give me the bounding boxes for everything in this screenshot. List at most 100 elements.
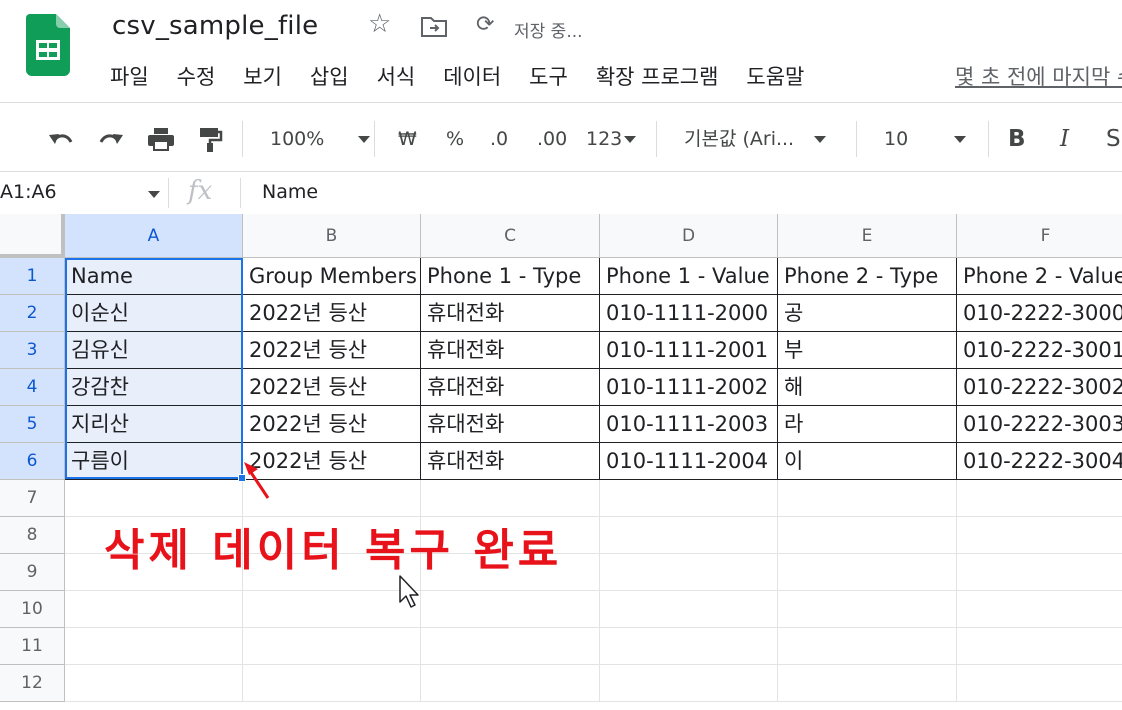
row-header-5[interactable]: 5 [0, 406, 65, 443]
cell-d4[interactable]: 010-1111-2002 [600, 369, 778, 406]
column-header-d[interactable]: D [600, 214, 778, 258]
cell-c6[interactable]: 휴대전화 [421, 443, 600, 480]
cell-f10[interactable] [957, 591, 1122, 628]
cell-e1[interactable]: Phone 2 - Type [778, 258, 957, 295]
cell-c3[interactable]: 휴대전화 [421, 332, 600, 369]
cell-f2[interactable]: 010-2222-3000 [957, 295, 1122, 332]
document-title[interactable]: csv_sample_file [112, 11, 318, 41]
row-header-1[interactable]: 1 [0, 258, 65, 295]
cell-b1[interactable]: Group Members [243, 258, 421, 295]
google-sheets-logo-icon[interactable] [26, 14, 70, 76]
print-icon[interactable] [146, 125, 176, 153]
cell-c2[interactable]: 휴대전화 [421, 295, 600, 332]
decrease-decimal-button[interactable]: .0 [490, 125, 508, 153]
paint-format-icon[interactable] [196, 125, 224, 153]
cell-f7[interactable] [957, 480, 1122, 517]
menu-data[interactable]: 데이터 [443, 60, 501, 94]
cell-a4[interactable]: 강감찬 [65, 369, 243, 406]
cell-c5[interactable]: 휴대전화 [421, 406, 600, 443]
select-all-corner[interactable] [0, 214, 65, 258]
redo-icon[interactable] [96, 125, 126, 153]
row-header-3[interactable]: 3 [0, 332, 65, 369]
menu-insert[interactable]: 삽입 [310, 60, 349, 94]
cell-a2[interactable]: 이순신 [65, 295, 243, 332]
menu-view[interactable]: 보기 [243, 60, 282, 94]
cell-c7[interactable] [421, 480, 600, 517]
cell-e9[interactable] [778, 554, 957, 591]
column-header-e[interactable]: E [778, 214, 957, 258]
cell-f5[interactable]: 010-2222-3003 [957, 406, 1122, 443]
cell-d11[interactable] [600, 628, 778, 665]
row-header-11[interactable]: 11 [0, 628, 65, 665]
cell-f6[interactable]: 010-2222-3004 [957, 443, 1122, 480]
formula-input[interactable]: Name [262, 181, 318, 203]
row-header-6[interactable]: 6 [0, 443, 65, 480]
cell-d6[interactable]: 010-1111-2004 [600, 443, 778, 480]
cell-b11[interactable] [243, 628, 421, 665]
cell-d2[interactable]: 010-1111-2000 [600, 295, 778, 332]
cell-c1[interactable]: Phone 1 - Type [421, 258, 600, 295]
cell-f12[interactable] [957, 665, 1122, 702]
cell-d1[interactable]: Phone 1 - Value [600, 258, 778, 295]
italic-button[interactable]: I [1060, 125, 1069, 153]
cell-d5[interactable]: 010-1111-2003 [600, 406, 778, 443]
column-header-b[interactable]: B [243, 214, 421, 258]
cell-b5[interactable]: 2022년 등산 [243, 406, 421, 443]
cell-d10[interactable] [600, 591, 778, 628]
more-formats-button[interactable]: 123 [586, 125, 637, 153]
menu-file[interactable]: 파일 [110, 60, 149, 94]
cell-a1[interactable]: Name [65, 258, 243, 295]
percent-format-button[interactable]: % [446, 125, 464, 153]
cell-a6[interactable]: 구름이 [65, 443, 243, 480]
cell-d12[interactable] [600, 665, 778, 702]
cell-e5[interactable]: 라 [778, 406, 957, 443]
currency-format-button[interactable]: ₩ [398, 125, 417, 153]
row-header-10[interactable]: 10 [0, 591, 65, 628]
cell-e6[interactable]: 이 [778, 443, 957, 480]
column-header-c[interactable]: C [421, 214, 600, 258]
cell-b10[interactable] [243, 591, 421, 628]
cell-d7[interactable] [600, 480, 778, 517]
row-header-12[interactable]: 12 [0, 665, 65, 702]
cell-f1[interactable]: Phone 2 - Value [957, 258, 1122, 295]
cell-e7[interactable] [778, 480, 957, 517]
cell-a3[interactable]: 김유신 [65, 332, 243, 369]
increase-decimal-button[interactable]: .00 [537, 125, 567, 153]
cell-a11[interactable] [65, 628, 243, 665]
bold-button[interactable]: B [1008, 125, 1026, 153]
move-to-folder-icon[interactable] [420, 16, 448, 38]
strikethrough-icon[interactable]: S [1106, 125, 1121, 153]
cell-c12[interactable] [421, 665, 600, 702]
cell-f8[interactable] [957, 517, 1122, 554]
row-header-4[interactable]: 4 [0, 369, 65, 406]
cell-b3[interactable]: 2022년 등산 [243, 332, 421, 369]
cell-e11[interactable] [778, 628, 957, 665]
column-header-a[interactable]: A [65, 214, 243, 258]
cell-f9[interactable] [957, 554, 1122, 591]
cell-e10[interactable] [778, 591, 957, 628]
cell-c4[interactable]: 휴대전화 [421, 369, 600, 406]
cell-e12[interactable] [778, 665, 957, 702]
cell-e2[interactable]: 공 [778, 295, 957, 332]
cell-b2[interactable]: 2022년 등산 [243, 295, 421, 332]
name-box[interactable]: A1:A6 [0, 181, 57, 203]
font-family-select[interactable]: 기본값 (Ari... [684, 125, 827, 153]
cell-c10[interactable] [421, 591, 600, 628]
cell-c11[interactable] [421, 628, 600, 665]
cell-b4[interactable]: 2022년 등산 [243, 369, 421, 406]
cell-d8[interactable] [600, 517, 778, 554]
menu-tools[interactable]: 도구 [529, 60, 568, 94]
menu-edit[interactable]: 수정 [177, 60, 216, 94]
cell-a10[interactable] [65, 591, 243, 628]
undo-icon[interactable] [46, 125, 76, 153]
cell-d3[interactable]: 010-1111-2001 [600, 332, 778, 369]
cell-a5[interactable]: 지리산 [65, 406, 243, 443]
cell-f3[interactable]: 010-2222-3001 [957, 332, 1122, 369]
cell-e8[interactable] [778, 517, 957, 554]
zoom-select[interactable]: 100% [270, 125, 371, 153]
cell-a12[interactable] [65, 665, 243, 702]
chevron-down-icon[interactable] [148, 191, 160, 198]
menu-format[interactable]: 서식 [377, 60, 416, 94]
row-header-7[interactable]: 7 [0, 480, 65, 517]
column-header-f[interactable]: F [957, 214, 1122, 258]
